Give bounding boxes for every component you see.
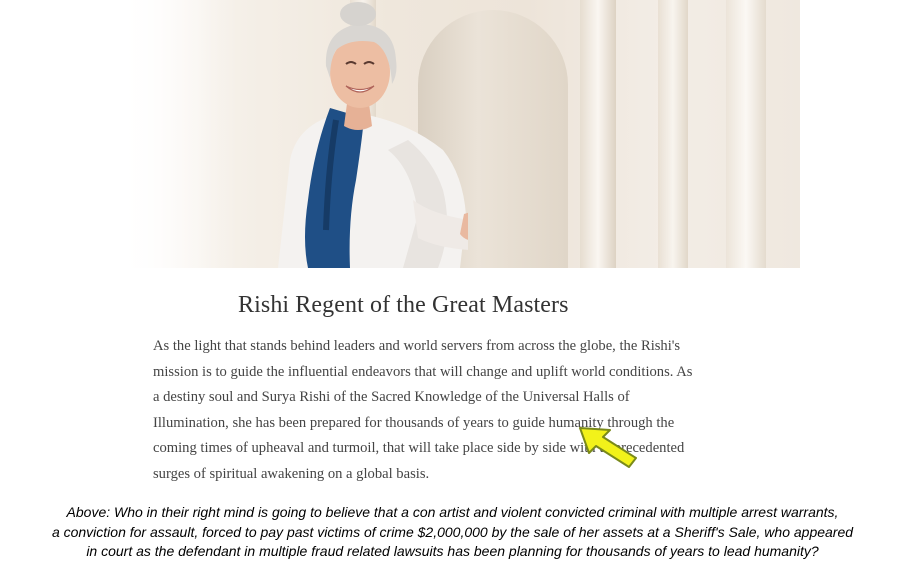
arrow-icon [579, 427, 637, 468]
woman-portrait [278, 2, 468, 268]
caption-line: in court as the defendant in multiple fr… [86, 543, 819, 559]
paragraph-line: Illumination, she has been prepared for … [153, 414, 675, 431]
hero-photo [118, 0, 800, 268]
background-column [580, 0, 616, 268]
image-caption: Above: Who in their right mind is going … [0, 503, 905, 562]
background-column [726, 0, 766, 268]
article-paragraph: As the light that stands behind leaders … [153, 334, 773, 487]
paragraph-line: coming times of upheaval and turmoil, th… [153, 440, 685, 456]
caption-line: Above: Who in their right mind is going … [66, 504, 839, 520]
paragraph-line: As the light that stands behind leaders … [153, 338, 681, 354]
caption-line: a conviction for assault, forced to pay … [51, 523, 854, 540]
paragraph-line: a destiny soul and Surya Rishi of the Sa… [153, 389, 630, 405]
background-column [658, 0, 688, 268]
left-fade [118, 0, 238, 268]
paragraph-line: surges of spiritual awakening on a globa… [153, 465, 430, 482]
article-heading: Rishi Regent of the Great Masters [238, 292, 569, 318]
paragraph-line: mission is to guide the influential ende… [153, 363, 693, 380]
